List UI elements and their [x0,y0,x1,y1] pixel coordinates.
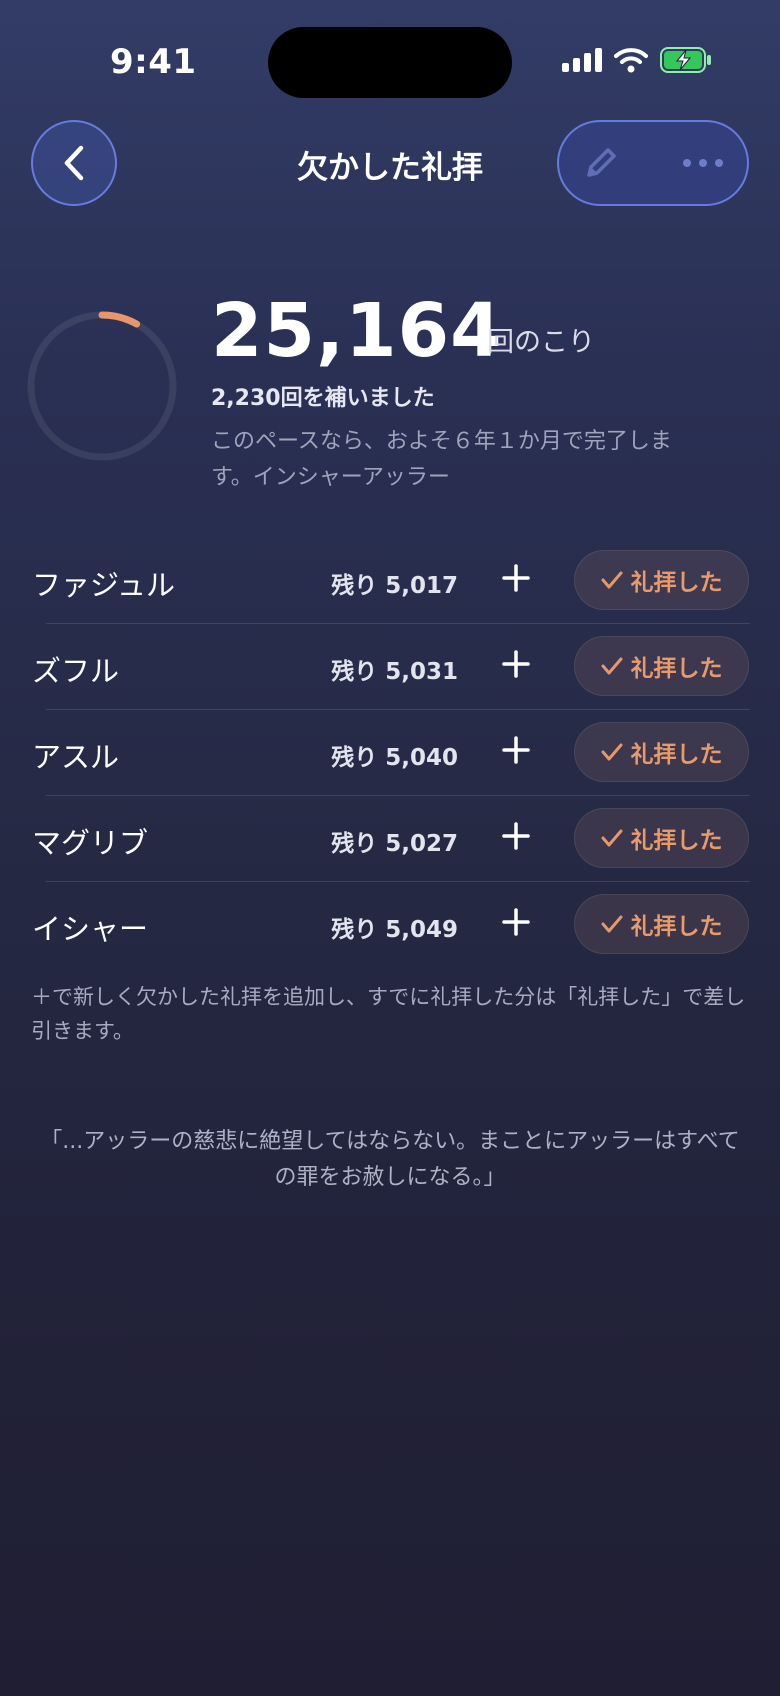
prayer-row-maghrib: マグリブ 残り 5,027 礼拝した [0,796,780,882]
checkmark-icon [601,657,622,675]
prayer-row-asr: アスル 残り 5,040 礼拝した [0,710,780,796]
prayer-name: ズフル [32,654,120,688]
prayer-name: アスル [32,740,120,774]
prayer-row-dhuhr: ズフル 残り 5,031 礼拝した [0,624,780,710]
add-missed-button[interactable] [496,644,536,684]
prayer-remaining: 残り 5,027 [331,831,458,857]
prayed-label: 礼拝した [630,914,723,940]
prayer-remaining: 残り 5,017 [331,573,458,599]
prayed-label: 礼拝した [630,656,723,682]
made-up-count: 2,230回を補いました [211,386,435,411]
cellular-signal-icon [562,48,602,72]
prayer-row-fajr: ファジュル 残り 5,017 礼拝した [0,538,780,624]
prayed-button[interactable]: 礼拝した [574,894,749,954]
plus-icon [502,650,530,678]
prayer-list: ファジュル 残り 5,017 礼拝した ズフル 残り 5,031 礼拝した アス… [0,538,780,968]
prayer-name: イシャー [32,912,149,946]
prayed-button[interactable]: 礼拝した [574,808,749,868]
wifi-icon [614,48,648,73]
battery-charging-icon [660,47,711,73]
prayed-label: 礼拝した [630,828,723,854]
summary-section: 25,164 回のこり 2,230回を補いました このペースなら、およそ６年１か… [0,270,780,500]
progress-ring [27,311,177,461]
prayer-name: ファジュル [32,568,175,602]
ellipsis-icon [683,159,723,167]
checkmark-icon [601,829,622,847]
add-missed-button[interactable] [496,816,536,856]
add-missed-button[interactable] [496,902,536,942]
prayed-button[interactable]: 礼拝した [574,636,749,696]
prayer-row-isha: イシャー 残り 5,049 礼拝した [0,882,780,968]
quran-quote: 「...アッラーの慈悲に絶望してはならない。まことにアッラーはすべての罪をお赦し… [40,1129,740,1190]
dynamic-island [268,27,512,98]
pace-estimate: このペースなら、およそ６年１か月で完了します。インシャーアッラー [211,429,672,490]
plus-icon [502,564,530,592]
prayer-name: マグリブ [32,826,149,860]
checkmark-icon [601,743,622,761]
action-group [557,120,749,206]
add-missed-button[interactable] [496,730,536,770]
status-bar: 9:41 [0,0,780,120]
checkmark-icon [601,915,622,933]
prayer-remaining: 残り 5,049 [331,917,458,943]
remaining-count: 25,164 [211,288,503,374]
prayed-label: 礼拝した [630,570,723,596]
system-icons [562,47,712,73]
prayed-button[interactable]: 礼拝した [574,722,749,782]
status-time: 9:41 [110,42,197,82]
pencil-icon [587,148,616,177]
remaining-unit: 回のこり [487,327,595,358]
prayer-remaining: 残り 5,040 [331,745,458,771]
plus-icon [502,736,530,764]
checkmark-icon [601,571,622,589]
plus-icon [502,822,530,850]
add-missed-button[interactable] [496,558,536,598]
navigation-bar: 欠かした礼拝 [0,118,780,208]
prayed-button[interactable]: 礼拝した [574,550,749,610]
edit-button[interactable] [561,122,641,204]
prayed-label: 礼拝した [630,742,723,768]
plus-icon [502,908,530,936]
more-button[interactable] [663,122,743,204]
prayer-remaining: 残り 5,031 [331,659,458,685]
usage-hint: ＋で新しく欠かした礼拝を追加し、すでに礼拝した分は「礼拝した」で差し引きます。 [31,985,746,1043]
